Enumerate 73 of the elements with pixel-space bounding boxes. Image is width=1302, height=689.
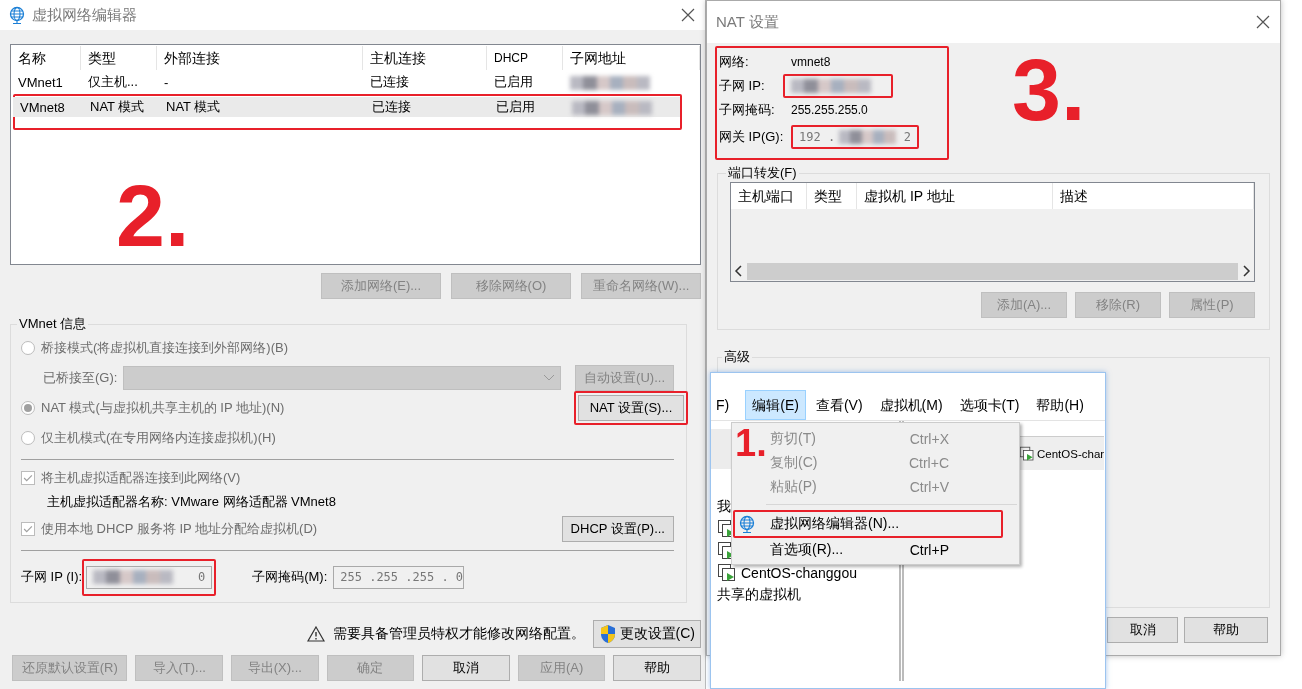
column-header[interactable]: DHCP: [487, 46, 563, 70]
field-label: 子网 IP:: [719, 77, 766, 95]
column-header[interactable]: 类型: [81, 46, 157, 70]
field-label: 子网 IP (I):: [21, 568, 83, 586]
table-cell-text: NAT 模式: [89, 98, 146, 116]
redaction-blur: [839, 130, 896, 144]
table-cell-text: -: [163, 74, 170, 90]
button[interactable]: 取消: [422, 655, 510, 681]
menu-item[interactable]: 选项卡(T): [952, 390, 1027, 420]
tab[interactable]: CentOS-char: [1019, 436, 1105, 470]
table-cell-text: 已启用: [493, 73, 534, 91]
warning-text: 需要具备管理员特权才能修改网络配置。: [332, 625, 585, 643]
tree-heading[interactable]: 我: [717, 498, 731, 516]
field-value: vmnet8: [791, 55, 831, 69]
field-label: 网关 IP(G):: [719, 128, 785, 146]
column-header[interactable]: 主机连接: [363, 46, 487, 70]
table-cell-text: 已连接: [369, 73, 410, 91]
menu-item[interactable]: 帮助(H): [1029, 390, 1091, 420]
menu-item[interactable]: F): [711, 390, 737, 420]
button[interactable]: 取消: [1107, 617, 1178, 643]
field-label: 子网掩码:: [719, 101, 776, 119]
column-header[interactable]: 子网地址: [563, 46, 700, 70]
column-header[interactable]: 主机端口: [731, 183, 807, 209]
group-label: VMnet 信息: [18, 315, 88, 333]
table-cell-text: NAT 模式: [165, 98, 222, 116]
shield-icon: [598, 624, 617, 644]
button[interactable]: 帮助: [1184, 617, 1268, 643]
step-number: 1.: [735, 424, 767, 462]
radio-label: 桥接模式(将虚拟机直接连接到外部网络)(B): [41, 339, 288, 357]
radio-label: NAT 模式(与虚拟机共享主机的 IP 地址)(N): [41, 399, 285, 417]
button[interactable]: 更改设置(C): [592, 620, 701, 648]
menu-item[interactable]: 编辑(E): [745, 390, 806, 420]
window-title: 虚拟网络编辑器: [32, 5, 138, 25]
table-cell-text: VMnet8: [19, 99, 66, 115]
table-cell-text: 已启用: [495, 98, 536, 116]
tree-item[interactable]: CentOS-changgou: [741, 565, 857, 581]
table-cell-text: 仅主机...: [87, 73, 139, 91]
vm-icon: [1019, 445, 1035, 462]
list-row[interactable]: VMnet1 仅主机... - 已连接 已启用: [11, 72, 700, 92]
table-cell-text: VMnet1: [17, 74, 64, 90]
close-icon[interactable]: [1254, 13, 1272, 31]
button[interactable]: 帮助: [613, 655, 701, 681]
checkbox-label: 将主机虚拟适配器连接到此网络(V): [41, 469, 241, 487]
column-header[interactable]: 类型: [807, 183, 857, 209]
group-label: 端口转发(F): [727, 164, 798, 182]
table-cell-text: 已连接: [371, 98, 412, 116]
field-label: 已桥接至(G):: [43, 369, 118, 387]
chevron-down-icon: [544, 375, 555, 381]
app-icon: [8, 6, 26, 24]
menu-item[interactable]: 查看(V): [808, 390, 870, 420]
vm-icon: [717, 563, 737, 583]
warning-icon: [306, 626, 325, 642]
step-number: 2.: [116, 172, 190, 260]
checkbox-label: 使用本地 DHCP 服务将 IP 地址分配给虚拟机(D): [41, 520, 318, 538]
menu-item[interactable]: 首选项(R)... Ctrl+P: [770, 538, 1019, 562]
radio-label: 仅主机模式(在专用网络内连接虚拟机)(H): [41, 429, 276, 447]
field-label: 网络:: [719, 53, 750, 71]
column-header[interactable]: 描述: [1053, 183, 1254, 209]
adapter-name: 主机虚拟适配器名称: VMware 网络适配器 VMnet8: [47, 493, 336, 511]
menu-item[interactable]: 虚拟网络编辑器(N)...: [735, 512, 1001, 536]
field-label: 子网掩码(M):: [252, 568, 328, 586]
field-value: 255.255.255.0: [791, 103, 868, 117]
window-title: NAT 设置: [716, 12, 780, 32]
step-number: 3.: [1012, 46, 1086, 134]
group-label: 高级: [723, 348, 751, 366]
column-header[interactable]: 名称: [11, 46, 81, 70]
menu-item[interactable]: 虚拟机(M): [872, 390, 950, 420]
tree-heading[interactable]: 共享的虚拟机: [717, 586, 801, 604]
column-header[interactable]: 外部连接: [157, 46, 363, 70]
column-header[interactable]: 虚拟机 IP 地址: [857, 183, 1053, 209]
globe-icon: [738, 515, 756, 533]
list-row[interactable]: VMnet8 NAT 模式 NAT 模式 已连接 已启用: [13, 97, 680, 117]
close-icon[interactable]: [679, 6, 697, 24]
